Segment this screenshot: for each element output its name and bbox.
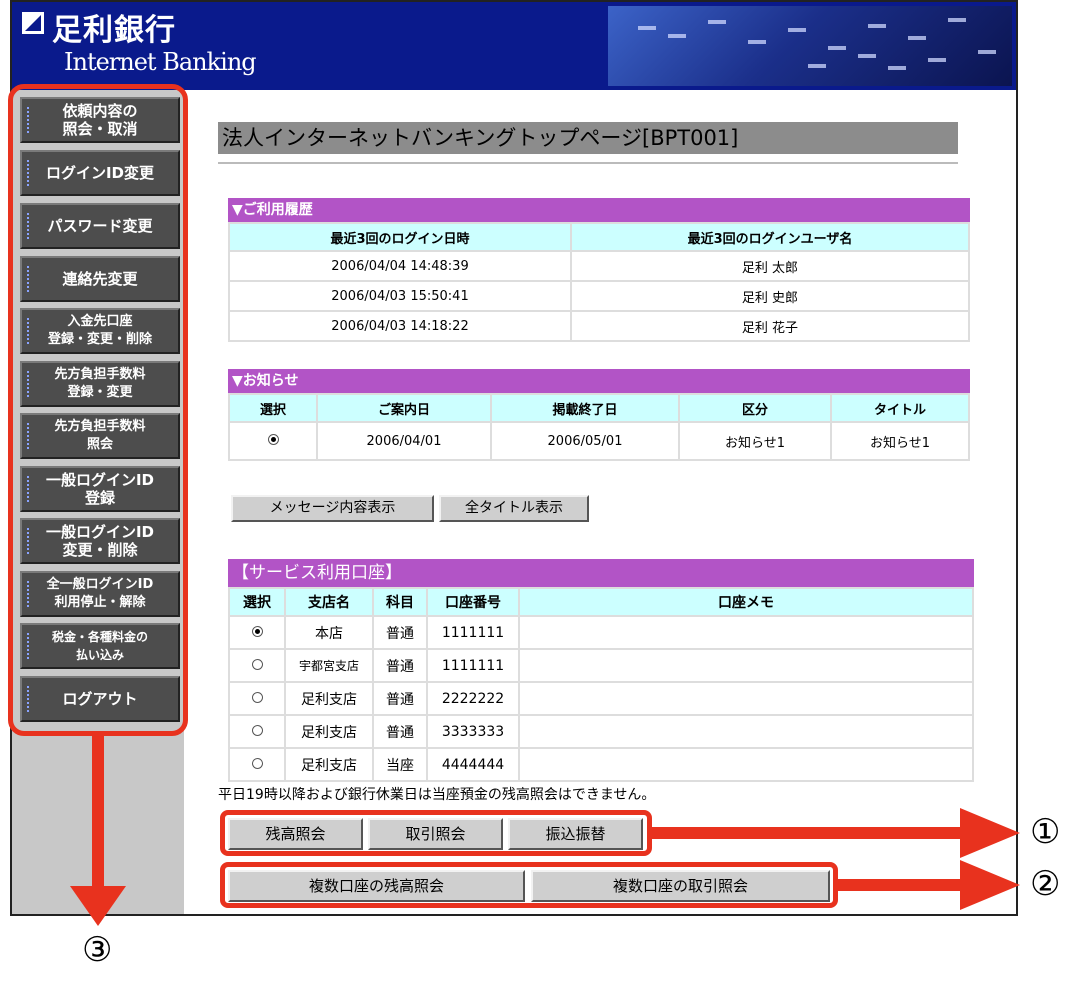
account-radio[interactable] [251,757,263,769]
sidebar-highlight-box [8,84,188,736]
account-number: 4444444 [426,747,520,782]
title-divider [218,162,958,164]
column-header: 選択 [228,587,286,617]
table-row: 宇都宮支店 普通 1111111 [228,648,974,683]
site-header: 足利銀行 Internet Banking [12,2,1016,90]
table-row: 本店 普通 1111111 [228,615,974,650]
account-select-cell [228,648,286,683]
column-header: 口座メモ [518,587,974,617]
login-user: 足利 太郎 [570,250,970,282]
table-row: 2006/04/04 14:48:39 足利 太郎 [228,250,970,282]
column-header: 最近3回のログイン日時 [228,222,572,252]
column-header: 科目 [372,587,428,617]
table-row: 足利支店 当座 4444444 [228,747,974,782]
inquiry-buttons-highlight-box [220,810,652,856]
notice-date: 2006/04/01 [316,421,492,461]
login-datetime: 2006/04/04 14:48:39 [228,250,572,282]
balance-inquiry-note: 平日19時以降および銀行休業日は当座預金の残高照会はできません。 [218,787,656,803]
arrow-1-head-icon [960,808,1020,858]
page-title: 法人インターネットバンキングトップページ[BPT001] [218,122,958,154]
bank-logo-icon [22,12,44,34]
history-section-heading: ▼ご利用履歴 [228,198,970,222]
internet-banking-logo: Internet Banking [64,48,257,76]
account-branch: 本店 [284,615,374,650]
table-row: 2006/04/03 14:18:22 足利 花子 [228,310,970,342]
arrow-3-head-icon [70,886,126,926]
column-header: 掲載終了日 [490,393,680,423]
column-header: 口座番号 [426,587,520,617]
account-number: 3333333 [426,714,520,749]
account-number: 2222222 [426,681,520,716]
login-datetime: 2006/04/03 15:50:41 [228,280,572,312]
notice-title: お知らせ1 [830,421,970,461]
login-history-table: 最近3回のログイン日時 最近3回のログインユーザ名 2006/04/04 14:… [228,222,970,342]
annotation-label-1: ① [1030,812,1061,852]
notice-end-date: 2006/05/01 [490,421,680,461]
account-type: 当座 [372,747,428,782]
account-memo [518,714,974,749]
arrow-2-head-icon [960,860,1020,910]
account-select-cell [228,681,286,716]
notice-select-cell [228,421,318,461]
account-select-cell [228,747,286,782]
keyboard-photo [608,6,1012,86]
account-type: 普通 [372,615,428,650]
account-branch: 足利支店 [284,714,374,749]
show-message-button[interactable]: メッセージ内容表示 [231,495,434,522]
account-branch: 宇都宮支店 [284,648,374,683]
column-header: タイトル [830,393,970,423]
column-header: 支店名 [284,587,374,617]
notice-category: お知らせ1 [678,421,832,461]
account-number: 1111111 [426,648,520,683]
accounts-section-heading: 【サービス利用口座】 [228,559,974,587]
accounts-table: 選択 支店名 科目 口座番号 口座メモ 本店 普通 1111111 宇都宮支店 … [228,587,974,782]
account-memo [518,615,974,650]
arrow-3-shaft [92,736,104,896]
table-row: 足利支店 普通 2222222 [228,681,974,716]
login-user: 足利 花子 [570,310,970,342]
table-row: 2006/04/01 2006/05/01 お知らせ1 お知らせ1 [228,421,970,461]
login-user: 足利 史郎 [570,280,970,312]
notices-table: 選択 ご案内日 掲載終了日 区分 タイトル 2006/04/01 2006/05… [228,393,970,461]
account-radio[interactable] [251,724,263,736]
column-header: ご案内日 [316,393,492,423]
notices-section-heading: ▼お知らせ [228,369,970,393]
account-branch: 足利支店 [284,681,374,716]
account-memo [518,648,974,683]
bank-name: 足利銀行 [52,13,176,48]
account-radio[interactable] [251,658,263,670]
arrow-2-shaft [838,879,970,891]
account-type: 普通 [372,681,428,716]
annotation-label-3: ③ [82,930,113,970]
account-type: 普通 [372,648,428,683]
annotation-label-2: ② [1030,864,1061,904]
account-memo [518,747,974,782]
login-datetime: 2006/04/03 14:18:22 [228,310,572,342]
column-header: 選択 [228,393,318,423]
account-number: 1111111 [426,615,520,650]
account-radio[interactable] [251,625,263,637]
account-select-cell [228,615,286,650]
column-header: 区分 [678,393,832,423]
arrow-1-shaft [652,827,970,839]
multi-inquiry-buttons-highlight-box [220,862,838,908]
notice-radio[interactable] [267,433,279,445]
column-header: 最近3回のログインユーザ名 [570,222,970,252]
account-branch: 足利支店 [284,747,374,782]
table-row: 足利支店 普通 3333333 [228,714,974,749]
account-select-cell [228,714,286,749]
account-radio[interactable] [251,691,263,703]
table-row: 2006/04/03 15:50:41 足利 史郎 [228,280,970,312]
show-all-titles-button[interactable]: 全タイトル表示 [439,495,589,522]
account-memo [518,681,974,716]
account-type: 普通 [372,714,428,749]
